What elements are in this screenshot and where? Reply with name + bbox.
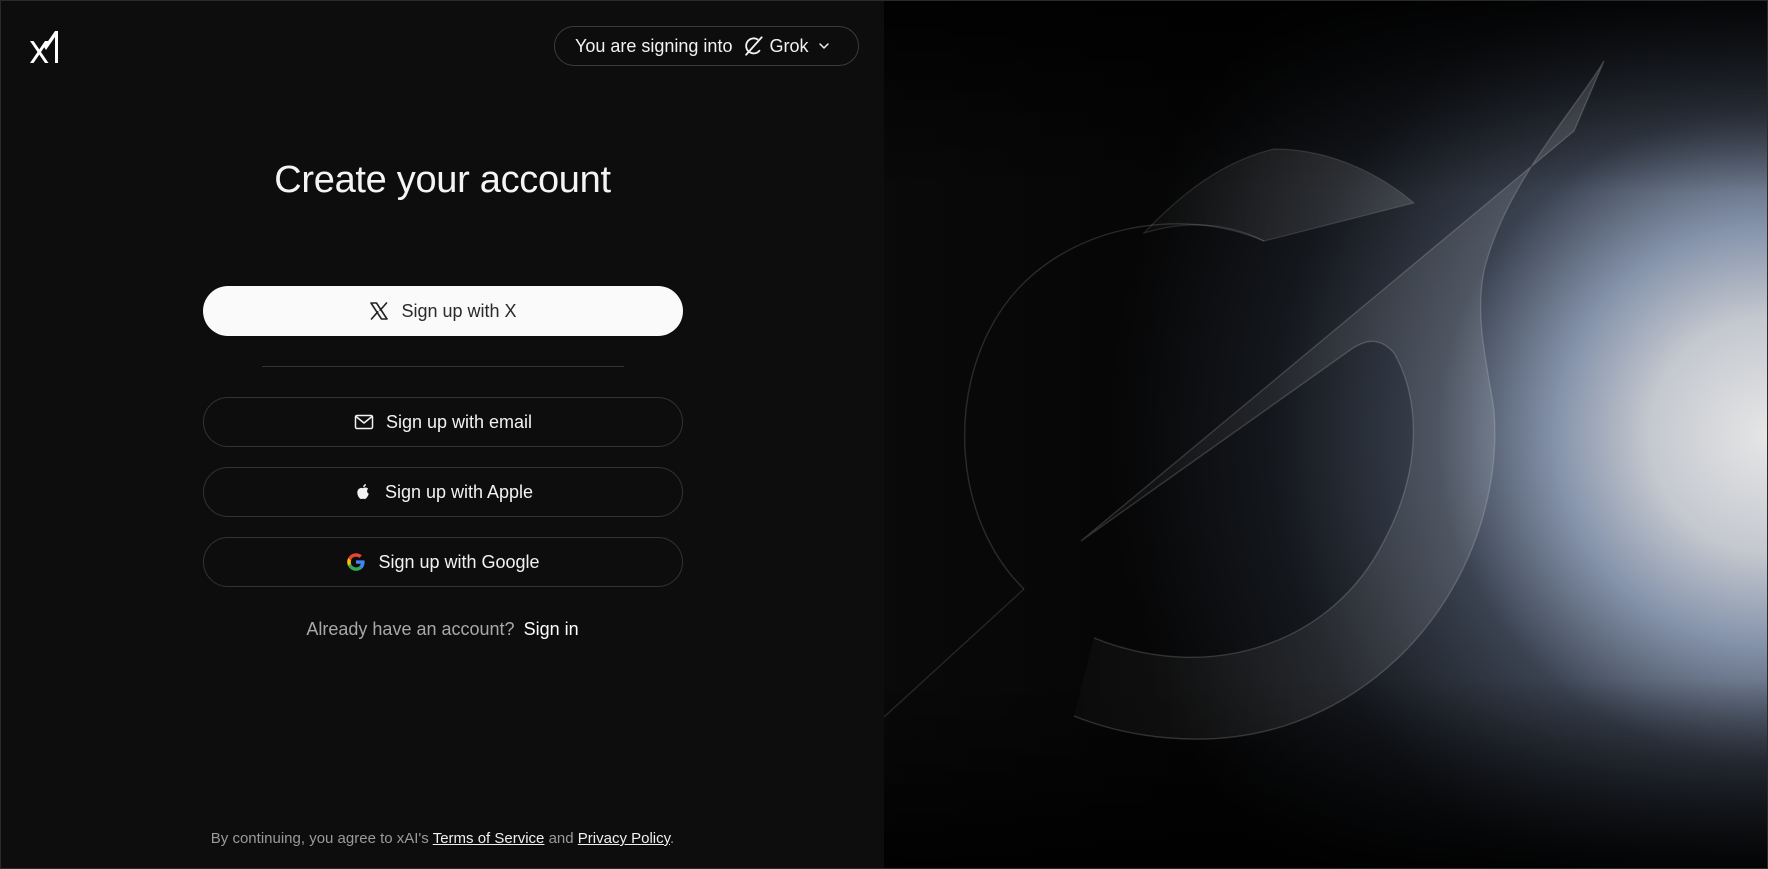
legal-and: and bbox=[548, 830, 574, 847]
sign-up-with-google-button[interactable]: Sign up with Google bbox=[203, 537, 683, 587]
legal-prefix: By continuing, you agree to xAI's bbox=[210, 830, 429, 847]
mail-icon bbox=[354, 414, 374, 430]
app-selector-name: Grok bbox=[769, 35, 809, 56]
sign-up-with-email-label: Sign up with email bbox=[385, 411, 533, 432]
already-have-account-text: Already have an account? bbox=[306, 619, 515, 639]
google-logo-icon bbox=[347, 553, 366, 571]
xai-logo-icon[interactable] bbox=[29, 31, 59, 63]
signup-page: You are signing into Grok Create your ac… bbox=[0, 0, 1768, 869]
brand-artwork-panel bbox=[884, 1, 1767, 868]
terms-of-service-link[interactable]: Terms of Service bbox=[433, 830, 545, 847]
signup-panel: You are signing into Grok Create your ac… bbox=[1, 1, 884, 868]
sign-up-with-apple-button[interactable]: Sign up with Apple bbox=[203, 467, 683, 517]
divider bbox=[262, 366, 624, 367]
apple-logo-icon bbox=[357, 484, 369, 499]
app-selector[interactable]: You are signing into Grok bbox=[554, 26, 859, 66]
grok-brand-artwork bbox=[884, 1, 1767, 868]
sign-up-with-x-label: Sign up with X bbox=[401, 300, 517, 321]
legal-footer: By continuing, you agree to xAI's Terms … bbox=[1, 830, 884, 847]
sign-up-with-google-label: Sign up with Google bbox=[378, 551, 540, 572]
app-selector-prefix: You are signing into bbox=[575, 35, 733, 56]
privacy-policy-link[interactable]: Privacy Policy bbox=[578, 830, 670, 847]
legal-suffix: . bbox=[670, 830, 675, 847]
sign-up-with-apple-label: Sign up with Apple bbox=[384, 481, 534, 502]
already-have-account: Already have an account? Sign in bbox=[1, 619, 884, 640]
chevron-down-icon bbox=[819, 43, 830, 49]
x-logo-icon bbox=[370, 302, 389, 320]
page-title: Create your account bbox=[274, 159, 611, 201]
grok-icon bbox=[745, 36, 764, 56]
sign-up-with-x-button[interactable]: Sign up with X bbox=[203, 286, 683, 336]
sign-in-link[interactable]: Sign in bbox=[524, 619, 579, 639]
sign-up-with-email-button[interactable]: Sign up with email bbox=[203, 397, 683, 447]
